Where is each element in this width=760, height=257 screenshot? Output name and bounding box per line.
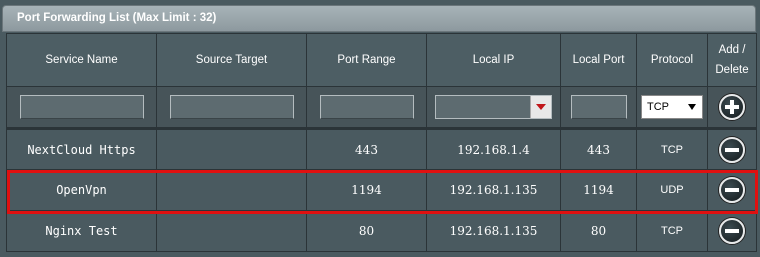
- col-header-protocol: Protocol: [636, 33, 708, 87]
- service-name-cell: OpenVpn: [6, 169, 157, 211]
- col-header-port-range: Port Range: [306, 33, 427, 87]
- source-target-cell: [156, 210, 307, 252]
- minus-circle-icon[interactable]: [719, 136, 745, 163]
- port-range-input[interactable]: [319, 95, 414, 119]
- col-header-add-delete: Add / Delete: [707, 33, 757, 87]
- dropdown-arrow-icon: [688, 104, 696, 110]
- protocol-cell: TCP: [636, 210, 708, 252]
- local-port-cell: 80: [560, 210, 637, 252]
- port-forwarding-table: Service Name Source Target Port Range Lo…: [6, 33, 757, 252]
- col-header-add-label: Add /: [718, 44, 746, 56]
- local-port-cell: 443: [560, 128, 637, 170]
- new-rule-row: TCP: [6, 86, 757, 129]
- chevron-down-icon[interactable]: [530, 96, 551, 118]
- table-row: Nginx Test 80 192.168.1.135 80 TCP: [6, 210, 757, 252]
- protocol-cell: TCP: [636, 128, 708, 170]
- col-header-delete-label: Delete: [715, 64, 749, 76]
- source-target-cell: [156, 128, 307, 170]
- service-name-cell: Nginx Test: [6, 210, 157, 252]
- port-range-cell: 1194: [306, 169, 427, 211]
- minus-circle-icon[interactable]: [719, 177, 745, 203]
- local-port-input[interactable]: [570, 95, 627, 119]
- source-target-cell: [156, 169, 307, 211]
- col-header-service-name: Service Name: [6, 33, 157, 87]
- port-range-cell: 443: [306, 128, 427, 170]
- local-ip-cell: 192.168.1.4: [426, 128, 561, 170]
- protocol-cell: UDP: [636, 169, 708, 211]
- local-ip-cell: 192.168.1.135: [426, 210, 561, 252]
- panel-titlebar: Port Forwarding List (Max Limit : 32): [2, 5, 756, 32]
- col-header-source-target: Source Target: [156, 33, 307, 87]
- local-port-cell: 1194: [560, 169, 637, 211]
- table-row: NextCloud Https 443 192.168.1.4 443 TCP: [6, 128, 757, 170]
- protocol-select[interactable]: TCP: [641, 95, 703, 119]
- service-name-input[interactable]: [19, 95, 144, 119]
- port-range-cell: 80: [306, 210, 427, 252]
- col-header-local-ip: Local IP: [426, 33, 561, 87]
- service-name-cell: NextCloud Https: [6, 128, 157, 170]
- col-header-local-port: Local Port: [560, 33, 637, 87]
- table-row: OpenVpn 1194 192.168.1.135 1194 UDP: [6, 169, 757, 211]
- header-row: Service Name Source Target Port Range Lo…: [6, 33, 757, 87]
- source-target-input[interactable]: [169, 95, 294, 119]
- minus-circle-icon[interactable]: [719, 218, 745, 244]
- plus-circle-icon[interactable]: [719, 94, 745, 120]
- panel-title: Port Forwarding List (Max Limit : 32): [17, 12, 217, 24]
- port-forwarding-panel: Port Forwarding List (Max Limit : 32) Se…: [0, 0, 760, 257]
- local-ip-cell: 192.168.1.135: [426, 169, 561, 211]
- protocol-select-value: TCP: [647, 101, 669, 113]
- local-ip-combobox[interactable]: [435, 95, 552, 119]
